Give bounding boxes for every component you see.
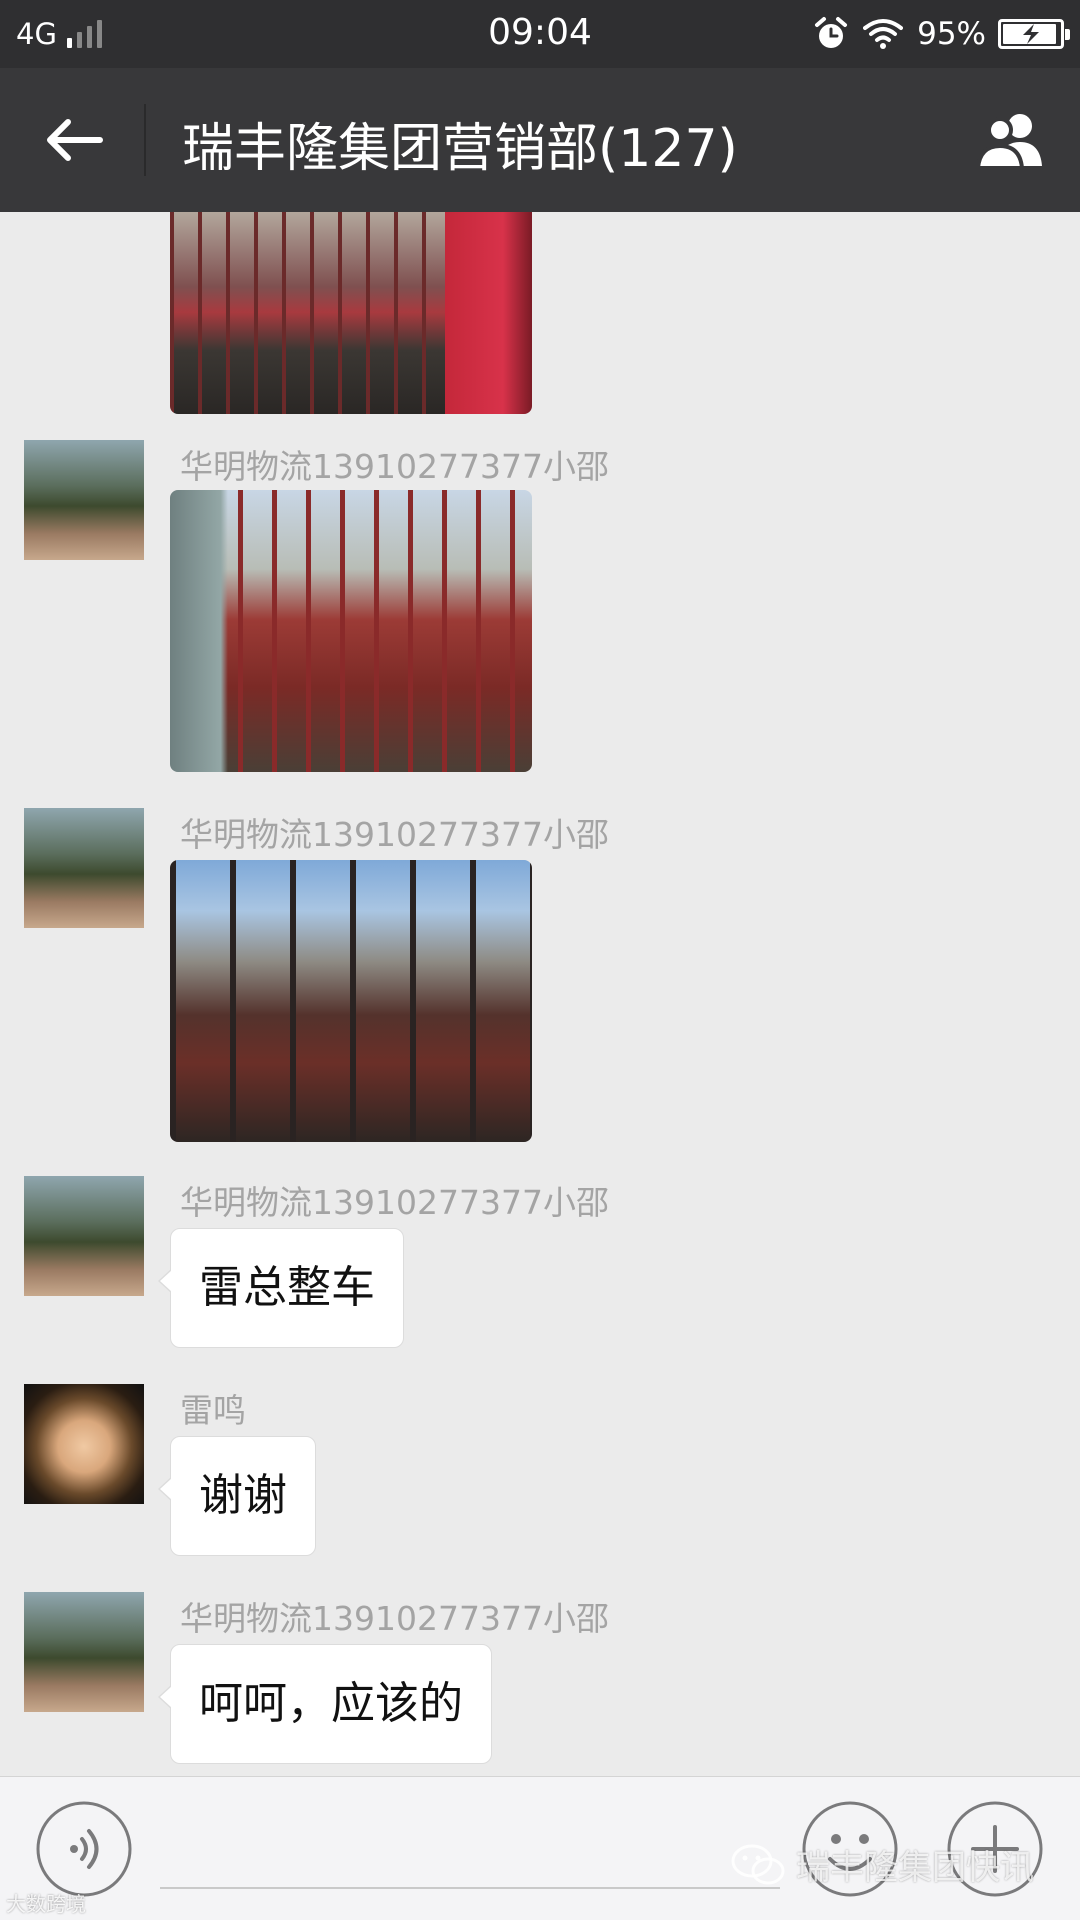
sender-name: 华明物流13910277377小邵 — [180, 1183, 609, 1222]
avatar[interactable] — [24, 440, 144, 560]
image-message[interactable] — [170, 860, 532, 1142]
sender-name: 华明物流13910277377小邵 — [180, 1599, 609, 1638]
avatar[interactable] — [24, 1592, 144, 1712]
corner-watermark: 大数跨境 — [6, 1892, 86, 1916]
status-bar: 4G 09:04 95% — [0, 0, 1080, 68]
chat-title: 瑞丰隆集团营销部(127) — [182, 119, 738, 179]
sender-name: 雷鸣 — [180, 1391, 246, 1430]
alarm-icon — [815, 17, 848, 48]
battery-charging-icon — [998, 19, 1070, 49]
text-message-bubble[interactable]: 雷总整车 — [158, 1228, 404, 1348]
back-button[interactable] — [30, 108, 114, 172]
avatar[interactable] — [24, 1176, 144, 1296]
avatar[interactable] — [24, 808, 144, 928]
watermark: 瑞丰隆集团快讯 — [730, 1840, 1034, 1889]
wifi-icon — [863, 19, 904, 49]
chat-header: 瑞丰隆集团营销部(127) — [0, 68, 1080, 212]
voice-button[interactable] — [34, 1799, 134, 1899]
header-divider — [144, 104, 146, 176]
red-truck-cargo-image — [170, 860, 532, 1142]
text-message-bubble[interactable]: 呵呵，应该的 — [158, 1644, 492, 1764]
message-input[interactable] — [160, 1887, 780, 1889]
wechat-logo-icon — [731, 1844, 785, 1884]
image-message[interactable] — [170, 490, 532, 772]
group-members-icon — [975, 114, 1042, 170]
battery-percent: 95% — [917, 16, 986, 52]
chat-message-list[interactable]: 华明物流13910277377小邵 华明物流13910277377小邵 华明物流… — [0, 212, 1080, 1776]
red-truck-loaded-image — [170, 490, 532, 772]
sender-name: 华明物流13910277377小邵 — [180, 815, 609, 854]
voice-icon — [36, 1801, 132, 1897]
text-message-bubble[interactable]: 谢谢 — [158, 1436, 316, 1556]
image-message[interactable] — [170, 212, 532, 414]
avatar[interactable] — [24, 1384, 144, 1504]
watermark-text: 瑞丰隆集团快讯 — [796, 1848, 1034, 1888]
status-right: 95% — [813, 14, 1070, 54]
group-members-button[interactable] — [970, 108, 1054, 172]
red-truck-partial-image — [170, 212, 532, 414]
back-arrow-icon — [47, 119, 103, 161]
sender-name: 华明物流13910277377小邵 — [180, 447, 609, 486]
